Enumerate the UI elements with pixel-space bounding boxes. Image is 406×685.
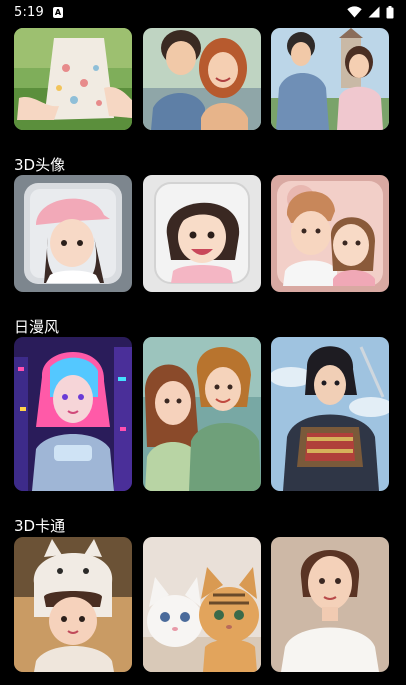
template-card-family-castle[interactable] [271, 28, 389, 130]
girl-on-grass-image [14, 28, 132, 130]
template-card-anime-couple[interactable] [143, 337, 261, 491]
section-title-3d-cartoon: 3D卡通 [14, 517, 66, 535]
section-title-3d-avatar: 3D头像 [14, 156, 66, 174]
3d-couple-pink-image [271, 175, 389, 292]
3d-kittens-image [143, 537, 261, 672]
app-screen: 5:19 A 3D头像 日漫风 3D卡通 [0, 0, 406, 685]
status-time: 5:19 [14, 4, 44, 20]
family-castle-image [271, 28, 389, 130]
3d-woman-white-shirt-image [271, 537, 389, 672]
3d-girl-bob-smile-image [143, 175, 261, 292]
template-card-3d-girl-pink-cap[interactable] [14, 175, 132, 292]
status-right [347, 5, 394, 19]
status-left: 5:19 A [14, 5, 63, 20]
wifi-icon [347, 6, 362, 18]
template-card-3d-couple-pink[interactable] [271, 175, 389, 292]
battery-icon [386, 5, 394, 18]
signal-icon [368, 6, 380, 18]
anime-cyber-girl-image [14, 337, 132, 491]
3d-girl-cat-hat-image [14, 537, 132, 672]
couple-smiling-image [143, 28, 261, 130]
template-card-girl-on-grass[interactable] [14, 28, 132, 130]
template-card-anime-cyber-girl[interactable] [14, 337, 132, 491]
template-card-3d-girl-bob-smile[interactable] [143, 175, 261, 292]
template-card-3d-girl-cat-hat[interactable] [14, 537, 132, 672]
template-card-3d-woman-white-shirt[interactable] [271, 537, 389, 672]
notification-icon: A [53, 6, 63, 18]
anime-couple-image [143, 337, 261, 491]
status-bar: 5:19 A [0, 0, 406, 24]
section-title-anime-style: 日漫风 [14, 318, 60, 336]
anime-samurai-image [271, 337, 389, 491]
3d-girl-pink-cap-image [14, 175, 132, 292]
template-card-anime-samurai[interactable] [271, 337, 389, 491]
template-card-couple-smiling[interactable] [143, 28, 261, 130]
template-card-3d-kittens[interactable] [143, 537, 261, 672]
